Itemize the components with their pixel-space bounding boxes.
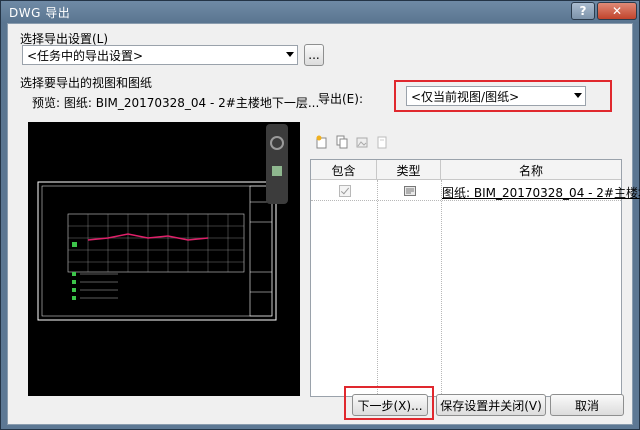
views-section-label: 选择要导出的视图和图纸 bbox=[20, 76, 153, 90]
new-sheet-icon[interactable] bbox=[316, 135, 328, 149]
zoom-icon[interactable] bbox=[272, 166, 282, 176]
highlight-next bbox=[344, 386, 434, 420]
views-table: 包含 类型 名称 图纸: BIM_20170328_04 - 2#主楼地... bbox=[310, 159, 640, 397]
export-label: 导出(E): bbox=[318, 92, 363, 106]
drawing-thumbnail bbox=[37, 181, 277, 321]
column-include-label: 包含 bbox=[331, 163, 356, 178]
browse-setup-button[interactable]: ... bbox=[304, 44, 324, 66]
highlight-export-scope bbox=[394, 80, 612, 112]
cancel-label: 取消 bbox=[574, 398, 599, 413]
save-close-label: 保存设置并关闭(V) bbox=[440, 398, 542, 413]
export-setup-select[interactable]: <任务中的导出设置> bbox=[22, 45, 298, 65]
column-divider bbox=[377, 180, 378, 396]
help-icon: ? bbox=[579, 4, 587, 18]
close-button[interactable]: ✕ bbox=[597, 2, 637, 20]
save-close-button[interactable]: 保存设置并关闭(V) bbox=[436, 394, 546, 416]
column-type[interactable]: 类型 bbox=[377, 160, 441, 180]
steering-wheel-icon[interactable] bbox=[270, 136, 284, 150]
preview-label: 预览: 图纸: BIM_20170328_04 - 2#主楼地下一层... bbox=[32, 96, 320, 110]
image-icon[interactable] bbox=[356, 135, 368, 149]
table-header: 包含 类型 名称 bbox=[311, 160, 621, 180]
browse-label: ... bbox=[308, 48, 320, 62]
dwg-export-dialog: DWG 导出 ? ✕ 选择导出设置(L) <任务中的导出设置> ... 选择要导… bbox=[0, 0, 640, 430]
column-divider bbox=[441, 180, 442, 396]
column-type-label: 类型 bbox=[396, 163, 421, 178]
dialog-body: 选择导出设置(L) <任务中的导出设置> ... 选择要导出的视图和图纸 预览:… bbox=[7, 23, 640, 425]
table-row[interactable]: 图纸: BIM_20170328_04 - 2#主楼地... bbox=[311, 181, 640, 201]
column-name[interactable]: 名称 bbox=[441, 160, 621, 180]
close-icon: ✕ bbox=[611, 4, 623, 18]
row-name: 图纸: BIM_20170328_04 - 2#主楼地... bbox=[442, 186, 640, 200]
export-setup-value: <任务中的导出设置> bbox=[27, 48, 144, 63]
drawing-preview[interactable] bbox=[28, 122, 300, 396]
column-name-label: 名称 bbox=[518, 163, 543, 178]
window-title: DWG 导出 bbox=[9, 5, 71, 20]
navigation-bar[interactable] bbox=[266, 124, 288, 204]
cancel-button[interactable]: 取消 bbox=[550, 394, 624, 416]
copy-icon[interactable] bbox=[336, 135, 348, 149]
sheet-icon bbox=[404, 186, 416, 196]
include-checkbox[interactable] bbox=[339, 185, 351, 197]
help-button[interactable]: ? bbox=[571, 2, 595, 20]
delete-icon[interactable] bbox=[376, 135, 388, 149]
chevron-down-icon bbox=[286, 52, 294, 57]
column-include[interactable]: 包含 bbox=[311, 160, 377, 180]
title-bar[interactable]: DWG 导出 ? ✕ bbox=[1, 1, 639, 23]
